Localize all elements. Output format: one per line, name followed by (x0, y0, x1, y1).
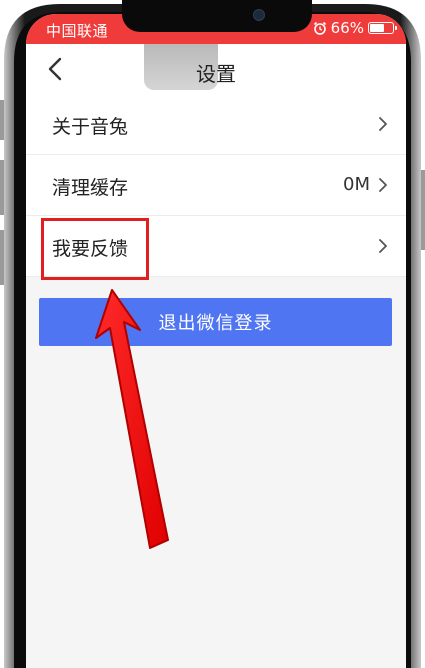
phone-notch (122, 0, 312, 32)
page-title: 设置 (196, 62, 236, 86)
settings-item-label: 清理缓存 (52, 177, 129, 199)
cache-size-value: 0M (343, 174, 370, 195)
battery-icon (368, 22, 397, 34)
front-camera (253, 9, 265, 21)
alarm-clock-icon (313, 21, 326, 35)
battery-group: 66% (313, 19, 397, 37)
chevron-right-icon (379, 239, 387, 253)
annotation-highlight-box (41, 218, 149, 280)
chevron-right-icon (379, 117, 387, 131)
settings-item-clear-cache[interactable]: 清理缓存 0M (26, 155, 406, 216)
carrier-label: 中国联通 (46, 22, 109, 40)
phone-screen: 中国联通 66% 设置 关于音兔 清理缓存 0M 我要反馈 退出微信登录 (26, 14, 406, 668)
chevron-right-icon (379, 178, 387, 192)
logout-wechat-button[interactable]: 退出微信登录 (39, 298, 392, 346)
settings-item-label: 关于音兔 (52, 116, 129, 138)
settings-item-about[interactable]: 关于音兔 (26, 94, 406, 155)
phone-screenshot: 中国联通 66% 设置 关于音兔 清理缓存 0M 我要反馈 退出微信登录 (0, 0, 425, 668)
battery-level-fill (370, 24, 384, 32)
nav-header: 设置 (26, 44, 406, 94)
battery-percent: 66% (330, 19, 364, 37)
